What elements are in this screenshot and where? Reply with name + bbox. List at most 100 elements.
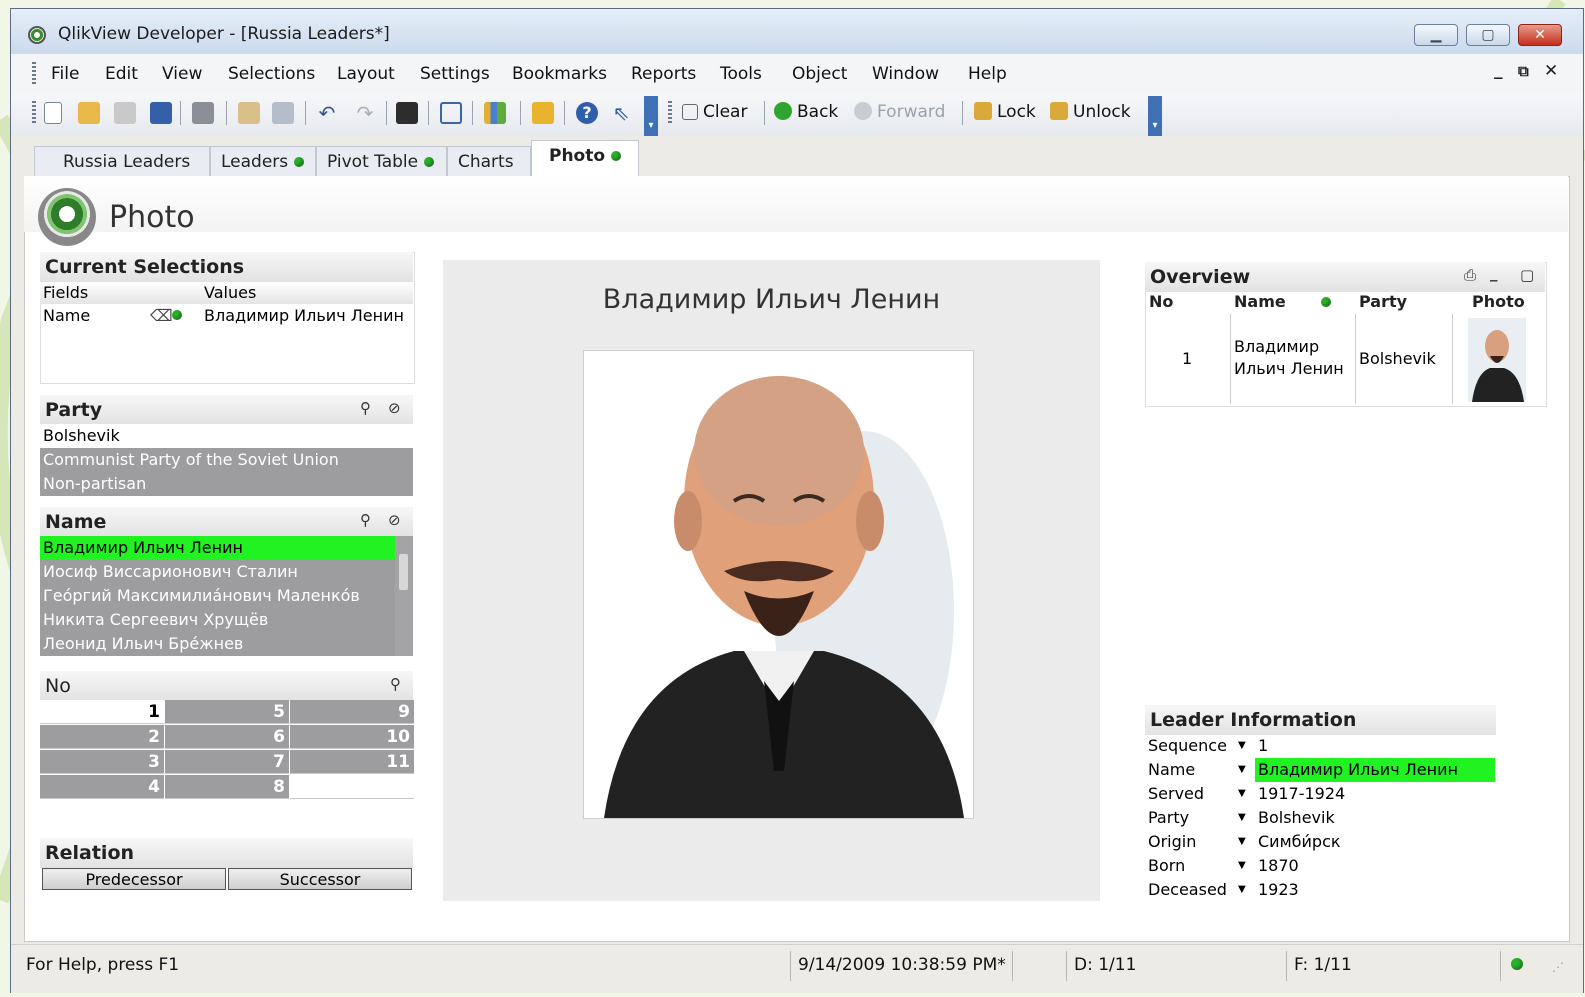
dropdown-arrow-icon[interactable]: ▼ [1238, 758, 1246, 782]
overview-header-party[interactable]: Party [1359, 292, 1407, 311]
menu-settings[interactable]: Settings [420, 64, 490, 84]
select-fields-icon[interactable] [440, 102, 462, 124]
undo-icon[interactable]: ↶ [316, 102, 338, 124]
name-list-item[interactable]: Гео́ргий Максимилиа́нович Маленко́в [40, 584, 395, 608]
menu-layout[interactable]: Layout [337, 64, 395, 84]
leader-name-title: Владимир Ильич Ленин [602, 284, 941, 315]
no-list-cell[interactable] [290, 775, 414, 799]
name-list-scrollbar[interactable] [395, 536, 413, 656]
forward-arrow-icon [854, 102, 872, 120]
menu-object[interactable]: Object [792, 64, 847, 84]
no-list-cell[interactable]: 5 [165, 700, 289, 724]
context-help-icon[interactable]: ⇖ [610, 102, 632, 124]
menu-selections[interactable]: Selections [228, 64, 315, 84]
no-list-cell[interactable]: 2 [40, 725, 164, 749]
predecessor-button[interactable]: Predecessor [42, 868, 226, 890]
tab-charts[interactable]: Charts [447, 146, 531, 197]
dropdown-arrow-icon[interactable]: ▼ [1238, 782, 1246, 806]
status-separator [1286, 951, 1287, 981]
redo-icon[interactable]: ↷ [354, 102, 376, 124]
dropdown-arrow-icon[interactable]: ▼ [1238, 878, 1246, 902]
menu-grip[interactable] [32, 62, 36, 84]
search-binoculars-icon[interactable] [396, 102, 418, 124]
dropdown-arrow-icon[interactable]: ▼ [1238, 830, 1246, 854]
lock-button[interactable]: Lock [974, 99, 1036, 125]
no-list-cell[interactable]: 6 [165, 725, 289, 749]
name-list-item[interactable]: Леонид Ильич Бре́жнев [40, 632, 395, 656]
clear-selection-icon[interactable]: ⊘ [388, 511, 401, 529]
overview-header-name[interactable]: Name [1234, 292, 1286, 311]
design-grid-icon[interactable] [532, 102, 554, 124]
open-folder-icon[interactable] [78, 102, 100, 124]
menu-file[interactable]: File [51, 64, 79, 84]
print-icon[interactable]: ⎙ [1464, 266, 1476, 284]
successor-button[interactable]: Successor [228, 868, 412, 890]
reload-icon[interactable] [114, 102, 136, 124]
clear-button[interactable]: Clear [682, 99, 747, 125]
party-list-item[interactable]: Bolshevik [40, 424, 413, 448]
no-list-cell[interactable]: 1 [40, 700, 164, 724]
clear-selection-icon[interactable]: ⊘ [388, 399, 401, 417]
mdi-restore-button[interactable]: ⧉ [1518, 62, 1529, 80]
help-icon[interactable]: ? [576, 102, 598, 124]
party-list-item[interactable]: Non-partisan [40, 472, 413, 496]
info-label-party: Party [1148, 808, 1190, 827]
name-list-item[interactable]: Иосиф Виссарионович Сталин [40, 560, 395, 584]
no-list-cell[interactable]: 11 [290, 750, 414, 774]
no-list-cell[interactable]: 3 [40, 750, 164, 774]
print-icon[interactable] [192, 102, 214, 124]
tab-leaders[interactable]: Leaders [210, 146, 316, 178]
search-icon[interactable]: ⚲ [390, 675, 401, 693]
menu-edit[interactable]: Edit [105, 64, 138, 84]
no-list-cell[interactable]: 4 [40, 775, 164, 799]
dropdown-arrow-icon[interactable]: ▼ [1238, 734, 1246, 758]
minimize-object-icon[interactable]: _ [1490, 264, 1498, 282]
close-button[interactable]: ✕ [1518, 24, 1562, 46]
tab-russia-leaders[interactable]: Russia Leaders [34, 146, 210, 178]
toolbar-overflow-button[interactable]: ▾ [644, 96, 658, 136]
menu-reports[interactable]: Reports [631, 64, 696, 84]
table-viewer-icon[interactable] [272, 102, 294, 124]
new-document-icon[interactable] [44, 102, 62, 124]
name-list-item[interactable]: Владимир Ильич Ленин [40, 536, 395, 560]
search-icon[interactable]: ⚲ [360, 511, 371, 529]
toolbar2-overflow-button[interactable]: ▾ [1148, 96, 1162, 136]
tab-pivot-table[interactable]: Pivot Table [316, 146, 447, 178]
scrollbar-thumb[interactable] [399, 554, 408, 590]
unlock-button[interactable]: Unlock [1050, 99, 1131, 125]
menu-bookmarks[interactable]: Bookmarks [512, 64, 607, 84]
new-chart-icon[interactable] [484, 102, 506, 124]
toolbar2-grip[interactable] [668, 101, 672, 123]
name-list-item[interactable]: Никита Сергеевич Хрущёв [40, 608, 395, 632]
search-icon[interactable]: ⚲ [360, 399, 371, 417]
party-list-item[interactable]: Communist Party of the Soviet Union [40, 448, 413, 472]
no-list-cell[interactable]: 8 [165, 775, 289, 799]
menu-window[interactable]: Window [872, 64, 939, 84]
clear-field-eraser-icon[interactable]: ⌫ [150, 306, 173, 325]
toolbar-grip[interactable] [32, 101, 36, 123]
no-list-cell[interactable]: 9 [290, 700, 414, 724]
dropdown-arrow-icon[interactable]: ▼ [1238, 806, 1246, 830]
minimize-button[interactable]: ▁ [1414, 24, 1458, 46]
back-button[interactable]: Back [774, 99, 838, 125]
mdi-close-button[interactable]: ✕ [1544, 61, 1558, 81]
save-icon[interactable] [150, 102, 172, 124]
mdi-minimize-button[interactable]: _ [1494, 60, 1503, 80]
resize-grip-icon[interactable]: ⋰ [1552, 960, 1564, 974]
overview-header-photo[interactable]: Photo [1472, 292, 1525, 311]
menu-view[interactable]: View [162, 64, 202, 84]
sort-status-dot-icon [1321, 297, 1331, 307]
status-separator [1012, 951, 1013, 981]
menu-tools[interactable]: Tools [720, 64, 762, 84]
no-list-cell[interactable]: 7 [165, 750, 289, 774]
tab-photo[interactable]: Photo [531, 140, 639, 176]
dropdown-arrow-icon[interactable]: ▼ [1238, 854, 1246, 878]
edit-script-icon[interactable] [238, 102, 260, 124]
overview-header-no[interactable]: No [1149, 292, 1173, 311]
no-list-cell[interactable]: 10 [290, 725, 414, 749]
menu-help[interactable]: Help [968, 64, 1007, 84]
maximize-object-icon[interactable]: ▢ [1520, 266, 1534, 284]
toolbar-separator [764, 101, 765, 125]
maximize-button[interactable]: ▢ [1466, 24, 1510, 46]
forward-button[interactable]: Forward [854, 99, 945, 125]
